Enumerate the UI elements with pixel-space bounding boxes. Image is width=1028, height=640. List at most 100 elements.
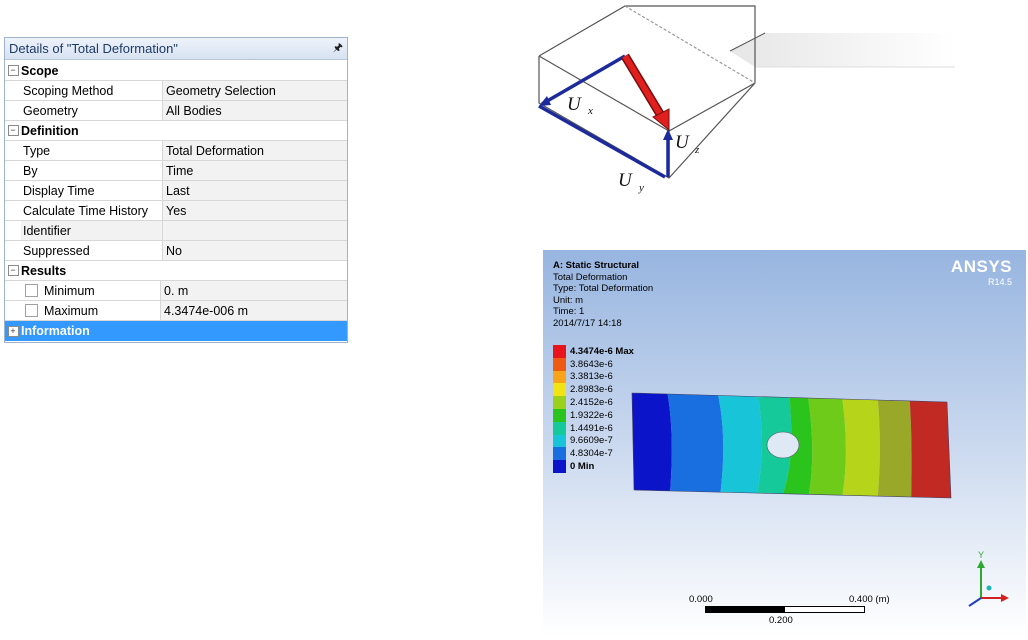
property-row[interactable]: Minimum 0. m — [5, 281, 347, 301]
scale-bar: 0.000 0.400 (m) 0.200 — [683, 594, 890, 628]
collapse-icon[interactable]: − — [7, 65, 19, 76]
expand-icon[interactable]: + — [7, 325, 19, 337]
property-label-text: By — [23, 163, 38, 178]
property-row[interactable]: Identifier — [5, 221, 347, 241]
legend-label: 4.3474e-6 Max — [570, 345, 634, 357]
scale-left-label: 0.000 — [689, 594, 713, 605]
scale-right-label: 0.400 (m) — [849, 594, 890, 605]
property-row[interactable]: Maximum 4.3474e-006 m — [5, 301, 347, 321]
group-definition[interactable]: − Definition — [5, 121, 347, 141]
legend-item: 2.4152e-6 — [553, 396, 634, 409]
displacement-diagram: U x U z U y — [538, 5, 955, 194]
uz-subscript: z — [694, 144, 700, 156]
legend-item: 4.8304e-7 — [553, 447, 634, 461]
property-row[interactable]: Calculate Time History Yes — [5, 201, 347, 221]
group-scope[interactable]: − Scope — [5, 61, 347, 81]
parameter-checkbox[interactable] — [25, 304, 38, 317]
analysis-title: A: Static Structural — [553, 260, 640, 271]
legend-swatch — [553, 370, 566, 384]
axis-triad-icon[interactable]: Y — [961, 550, 1021, 610]
property-value[interactable]: Time — [163, 161, 347, 180]
property-value[interactable]: Total Deformation — [163, 141, 347, 160]
group-information[interactable]: + Information — [5, 321, 347, 341]
legend-label: 9.6609e-7 — [570, 435, 613, 447]
collapse-icon[interactable]: − — [7, 125, 19, 136]
uy-label: U — [618, 170, 633, 191]
group-results[interactable]: − Results — [5, 261, 347, 281]
property-label: Scoping Method — [21, 81, 163, 100]
contour-legend: 4.3474e-6 Max 3.8643e-6 3.3813e-6 2.8983e-6… — [553, 345, 634, 473]
property-row[interactable]: Suppressed No — [5, 241, 347, 261]
group-label: Information — [21, 324, 90, 338]
property-value[interactable]: All Bodies — [163, 101, 347, 120]
property-label: Type — [21, 141, 163, 160]
legend-label: 2.8983e-6 — [570, 384, 613, 396]
property-row[interactable]: Scoping Method Geometry Selection — [5, 81, 347, 101]
scale-ruler — [705, 606, 865, 613]
uy-subscript: y — [638, 182, 644, 194]
property-label-text: Geometry — [23, 103, 78, 118]
collapse-icon[interactable]: − — [7, 265, 19, 276]
property-label-text: Type — [23, 143, 51, 158]
legend-swatch — [553, 421, 566, 435]
property-label-text: Calculate Time History — [23, 203, 149, 218]
details-title: Details of "Total Deformation" — [9, 41, 178, 56]
property-label: Maximum — [21, 301, 161, 320]
details-header: Details of "Total Deformation" 🖈 — [5, 38, 347, 60]
brand-name: ANSYS — [950, 257, 1012, 276]
legend-label: 1.9322e-6 — [570, 409, 613, 421]
property-row[interactable]: Geometry All Bodies — [5, 101, 347, 121]
legend-label: 3.8643e-6 — [570, 358, 613, 370]
triad-y-label: Y — [978, 550, 984, 560]
ux-label: U — [567, 94, 582, 115]
property-value[interactable]: Last — [163, 181, 347, 200]
legend-item: 3.8643e-6 — [553, 357, 634, 371]
legend-item: 2.8983e-6 — [553, 383, 634, 397]
displacement-vectors — [538, 53, 673, 179]
legend-swatch — [553, 396, 566, 409]
property-label: Calculate Time History — [21, 201, 163, 220]
property-value[interactable]: No — [163, 241, 347, 260]
legend-swatch — [553, 460, 566, 473]
legend-item: 1.9322e-6 — [553, 408, 634, 422]
property-label: Display Time — [21, 181, 163, 200]
property-label: By — [21, 161, 163, 180]
property-label-text: Minimum — [44, 283, 95, 298]
property-label-text: Maximum — [44, 303, 99, 318]
group-label: Scope — [21, 63, 59, 78]
legend-label: 2.4152e-6 — [570, 397, 613, 409]
property-label-text: Identifier — [23, 223, 71, 238]
legend-swatch — [553, 408, 566, 422]
result-time: Time: 1 — [553, 306, 585, 317]
legend-label: 3.3813e-6 — [570, 371, 613, 383]
property-value[interactable]: 0. m — [161, 281, 347, 300]
property-value[interactable] — [163, 221, 347, 240]
pin-icon[interactable]: 🖈 — [333, 39, 343, 58]
deformation-plate — [631, 392, 952, 499]
property-label: Minimum — [21, 281, 161, 300]
beam-connection — [729, 32, 955, 68]
ansys-logo: ANSYS R14.5 — [951, 257, 1012, 287]
property-row[interactable]: Type Total Deformation — [5, 141, 347, 161]
property-row[interactable]: By Time — [5, 161, 347, 181]
result-type: Type: Total Deformation — [553, 283, 654, 294]
details-panel: Details of "Total Deformation" 🖈 − Scope S… — [4, 37, 348, 343]
property-value[interactable]: Yes — [163, 201, 347, 220]
property-value[interactable]: 4.3474e-006 m — [161, 301, 347, 320]
property-row[interactable]: Display Time Last — [5, 181, 347, 201]
property-label: Geometry — [21, 101, 163, 120]
parameter-checkbox[interactable] — [25, 284, 38, 297]
property-label-text: Suppressed — [23, 243, 90, 258]
result-date: 2014/7/17 14:18 — [553, 317, 622, 329]
ux-subscript: x — [587, 105, 593, 117]
property-value[interactable]: Geometry Selection — [163, 81, 347, 100]
property-label-text: Display Time — [23, 183, 95, 198]
details-grid: − Scope Scoping Method Geometry Selection Ge… — [5, 61, 347, 341]
group-label: Results — [21, 263, 67, 278]
ansys-viewport[interactable]: A: Static Structural Total Deformation T… — [543, 250, 1026, 636]
legend-item: 0 Min — [553, 460, 634, 473]
legend-item: 3.3813e-6 — [553, 370, 634, 384]
legend-swatch — [553, 447, 566, 461]
uz-label: U — [675, 132, 690, 153]
legend-swatch — [553, 434, 566, 448]
